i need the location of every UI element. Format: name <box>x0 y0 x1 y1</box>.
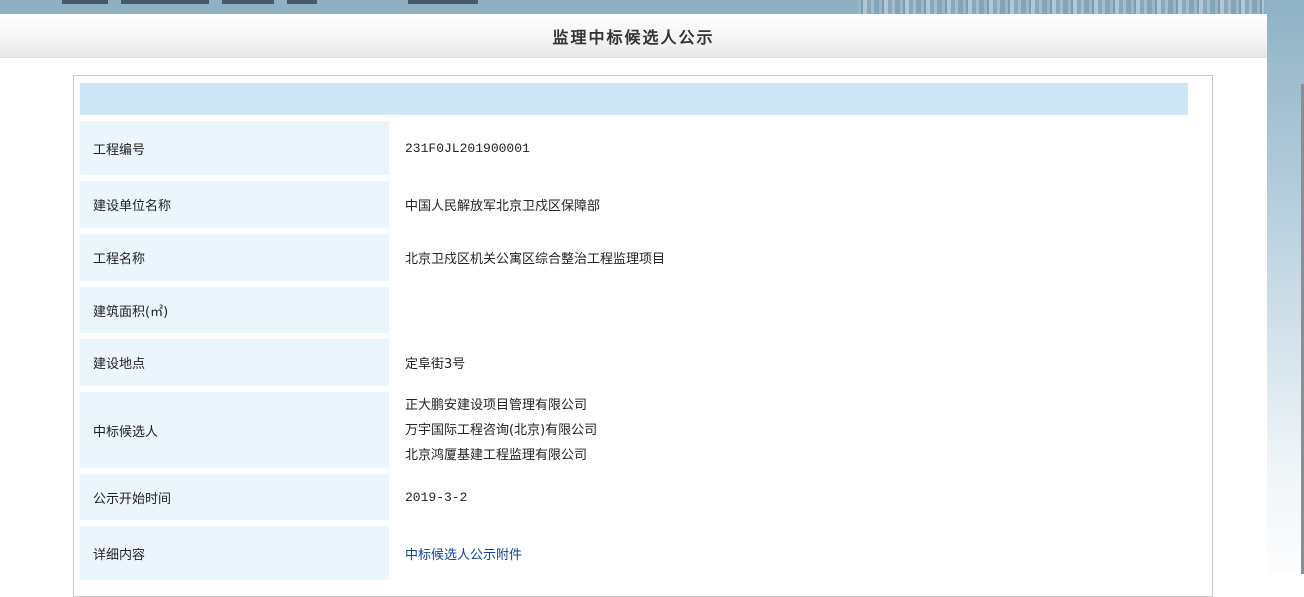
table-row-project-number: 工程编号 231F0JL201900001 <box>80 121 1188 175</box>
row-label: 工程名称 <box>80 234 389 281</box>
row-value: 231F0JL201900001 <box>389 121 1188 175</box>
row-value: 中国人民解放军北京卫戍区保障部 <box>389 181 1188 228</box>
table-header-bar <box>80 83 1188 115</box>
row-label: 建设地点 <box>80 339 389 386</box>
city-skyline-image <box>858 0 1264 14</box>
table-row-candidates: 中标候选人 正大鹏安建设项目管理有限公司 万宇国际工程咨询(北京)有限公司 北京… <box>80 392 1188 468</box>
table-row-location: 建设地点 定阜街3号 <box>80 339 1188 386</box>
table-row-publish-date: 公示开始时间 2019-3-2 <box>80 474 1188 520</box>
page-title: 监理中标候选人公示 <box>552 24 714 48</box>
content-panel: 监理中标候选人公示 工程编号 231F0JL201900001 建设单位名称 中… <box>0 14 1267 574</box>
row-value <box>389 287 1188 333</box>
row-value: 中标候选人公示附件 <box>389 526 1188 580</box>
row-label: 建设单位名称 <box>80 181 389 228</box>
page-background-strip <box>1267 0 1304 574</box>
clipped-nav-text <box>62 0 491 4</box>
announcement-table: 工程编号 231F0JL201900001 建设单位名称 中国人民解放军北京卫戍… <box>73 75 1213 597</box>
row-value: 正大鹏安建设项目管理有限公司 万宇国际工程咨询(北京)有限公司 北京鸿厦基建工程… <box>389 392 1188 468</box>
table-row-project-name: 工程名称 北京卫戍区机关公寓区综合整治工程监理项目 <box>80 234 1188 281</box>
row-value: 北京卫戍区机关公寓区综合整治工程监理项目 <box>389 234 1188 281</box>
table-row-owner-name: 建设单位名称 中国人民解放军北京卫戍区保障部 <box>80 181 1188 228</box>
candidate-name: 北京鸿厦基建工程监理有限公司 <box>405 443 587 468</box>
browser-top-strip <box>0 0 1304 14</box>
row-value: 定阜街3号 <box>389 339 1188 386</box>
row-label: 详细内容 <box>80 526 389 580</box>
table-row-building-area: 建筑面积(㎡) <box>80 287 1188 333</box>
table-row-details: 详细内容 中标候选人公示附件 <box>80 526 1188 580</box>
row-label: 公示开始时间 <box>80 474 389 520</box>
row-label: 工程编号 <box>80 121 389 175</box>
candidate-name: 万宇国际工程咨询(北京)有限公司 <box>405 418 597 443</box>
candidate-name: 正大鹏安建设项目管理有限公司 <box>405 393 587 418</box>
row-value: 2019-3-2 <box>389 474 1188 520</box>
attachment-link[interactable]: 中标候选人公示附件 <box>405 544 522 563</box>
title-bar: 监理中标候选人公示 <box>0 14 1267 58</box>
row-label: 建筑面积(㎡) <box>80 287 389 333</box>
row-label: 中标候选人 <box>80 392 389 468</box>
